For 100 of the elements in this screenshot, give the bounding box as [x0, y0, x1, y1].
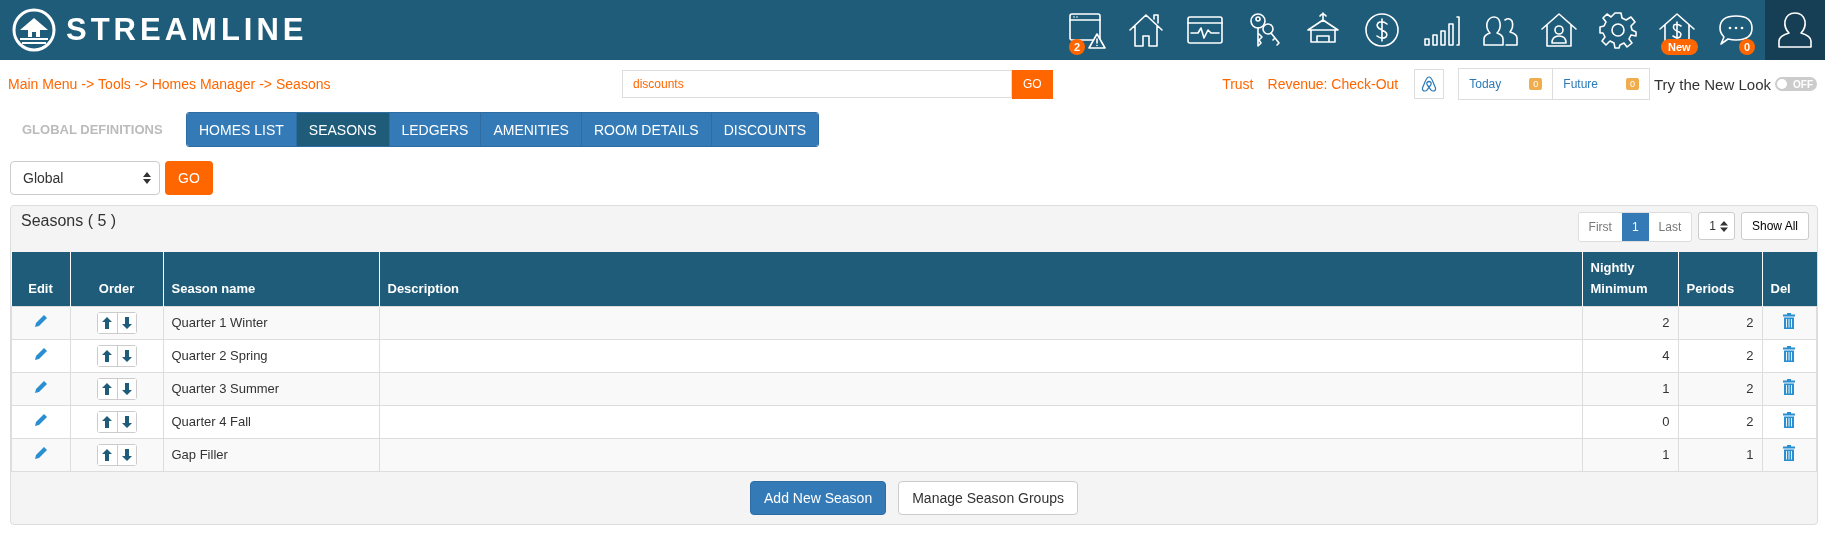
delete-button[interactable] [1782, 445, 1797, 462]
delete-button[interactable] [1782, 412, 1797, 429]
counter-button[interactable]: Future 0 [1553, 69, 1649, 99]
table-cell: Quarter 4 Fall [163, 405, 379, 439]
move-down-button[interactable] [116, 411, 136, 432]
trash-icon [1782, 313, 1797, 330]
page-button[interactable]: First [1578, 213, 1622, 241]
trash-icon [1782, 346, 1797, 363]
pencil-icon [33, 380, 48, 395]
down-arrow-icon [121, 382, 132, 395]
column-header: Periods [1678, 252, 1762, 307]
table-cell: Quarter 2 Spring [163, 339, 379, 373]
counter-label: Future [1563, 77, 1598, 91]
edit-button[interactable] [33, 314, 48, 329]
nav-button[interactable]: 0 [1706, 0, 1765, 60]
column-header: Nightly Minimum [1582, 252, 1678, 307]
delete-button[interactable] [1782, 313, 1797, 330]
breadcrumb-link[interactable]: Main Menu [8, 76, 78, 92]
logo-text: STREAMLINE [66, 12, 308, 48]
up-arrow-icon [102, 349, 112, 362]
breadcrumb-separator: -> [81, 76, 95, 92]
pencil-icon [33, 314, 48, 329]
select-field[interactable]: Global [10, 161, 160, 195]
move-down-button[interactable] [116, 312, 136, 333]
up-arrow-icon [102, 415, 112, 428]
table-cell: Gap Filler [163, 438, 379, 472]
breadcrumb-link[interactable]: Homes Manager [151, 76, 256, 92]
column-header: Edit [11, 252, 70, 307]
breadcrumb-separator: -> [259, 76, 272, 92]
nav-button[interactable] [1765, 0, 1825, 60]
column-header: Del [1762, 252, 1817, 307]
house-person-icon [1538, 10, 1579, 50]
edit-button[interactable] [33, 413, 48, 428]
panel-title: Seasons ( 5 ) [21, 212, 117, 231]
tab[interactable]: LEDGERS [389, 113, 482, 146]
table-cell: 2 [1678, 372, 1762, 406]
updown-caret-icon [1719, 220, 1728, 232]
updown-caret-icon [143, 172, 151, 184]
tab[interactable]: DISCOUNTS [711, 113, 819, 146]
airbnb-button[interactable] [1414, 69, 1445, 99]
page-select[interactable]: 1 [1698, 212, 1735, 240]
delete-button[interactable] [1782, 379, 1797, 396]
count-badge: 2 [1069, 39, 1086, 55]
column-header: Order [70, 252, 163, 307]
action-button[interactable]: Manage Season Groups [898, 480, 1078, 515]
table-cell: Quarter 3 Summer [163, 372, 379, 406]
tab[interactable]: AMENITIES [481, 113, 582, 146]
column-header: Season name [163, 252, 379, 307]
up-arrow-icon [102, 448, 112, 461]
move-down-button[interactable] [116, 378, 136, 399]
edit-button[interactable] [33, 347, 48, 362]
page-button[interactable]: 1 [1621, 213, 1649, 241]
count-badge: 0 [1529, 78, 1543, 90]
move-up-button[interactable] [97, 444, 117, 465]
go-button[interactable]: GO [1012, 69, 1053, 99]
move-down-button[interactable] [116, 345, 136, 366]
table-cell: 2 [1678, 339, 1762, 373]
logo-icon [12, 8, 56, 52]
header-link[interactable]: Revenue: Check-Out [1267, 76, 1399, 92]
tab[interactable]: SEASONS [296, 113, 390, 146]
search-field[interactable]: discounts [622, 69, 1012, 98]
count-badge: 0 [1738, 39, 1755, 55]
move-up-button[interactable] [97, 312, 117, 333]
move-up-button[interactable] [97, 378, 117, 399]
edit-button[interactable] [33, 446, 48, 461]
breadcrumb-link[interactable]: Tools [98, 76, 131, 92]
count-badge: 0 [1626, 78, 1639, 90]
move-down-button[interactable] [116, 444, 136, 465]
trash-icon [1782, 379, 1797, 396]
up-arrow-icon [102, 316, 112, 329]
table-cell: 1 [1678, 438, 1762, 472]
user-icon [1775, 10, 1815, 50]
pencil-icon [33, 347, 48, 362]
go-button[interactable]: GO [165, 161, 213, 195]
breadcrumb-separator: -> [134, 76, 148, 92]
edit-button[interactable] [33, 380, 48, 395]
counter-button[interactable]: Today 0 [1459, 69, 1554, 99]
action-button[interactable]: Add New Season [750, 480, 887, 515]
table-cell: 2 [1678, 306, 1762, 340]
page-button[interactable]: Last [1648, 213, 1692, 241]
tab[interactable]: HOMES LIST [187, 113, 297, 146]
table-cell: 4 [1582, 339, 1678, 373]
trash-icon [1782, 412, 1797, 429]
header-link[interactable]: Trust [1222, 76, 1254, 92]
nav-button[interactable]: New [1647, 0, 1706, 60]
table-cell: 2 [1678, 405, 1762, 439]
tab[interactable]: ROOM DETAILS [581, 113, 712, 146]
down-arrow-icon [121, 448, 132, 461]
table-cell: 1 [1582, 372, 1678, 406]
nav-button[interactable]: 2 [1057, 0, 1116, 60]
up-arrow-icon [102, 382, 112, 395]
column-header: Description [379, 252, 1582, 307]
breadcrumb-link[interactable]: Seasons [276, 76, 331, 92]
gear-icon [1597, 10, 1638, 50]
down-arrow-icon [121, 316, 132, 329]
pencil-icon [33, 446, 48, 461]
show-all-button[interactable]: Show All [1740, 212, 1809, 240]
delete-button[interactable] [1782, 346, 1797, 363]
pencil-icon [33, 413, 48, 428]
down-arrow-icon [121, 415, 132, 428]
